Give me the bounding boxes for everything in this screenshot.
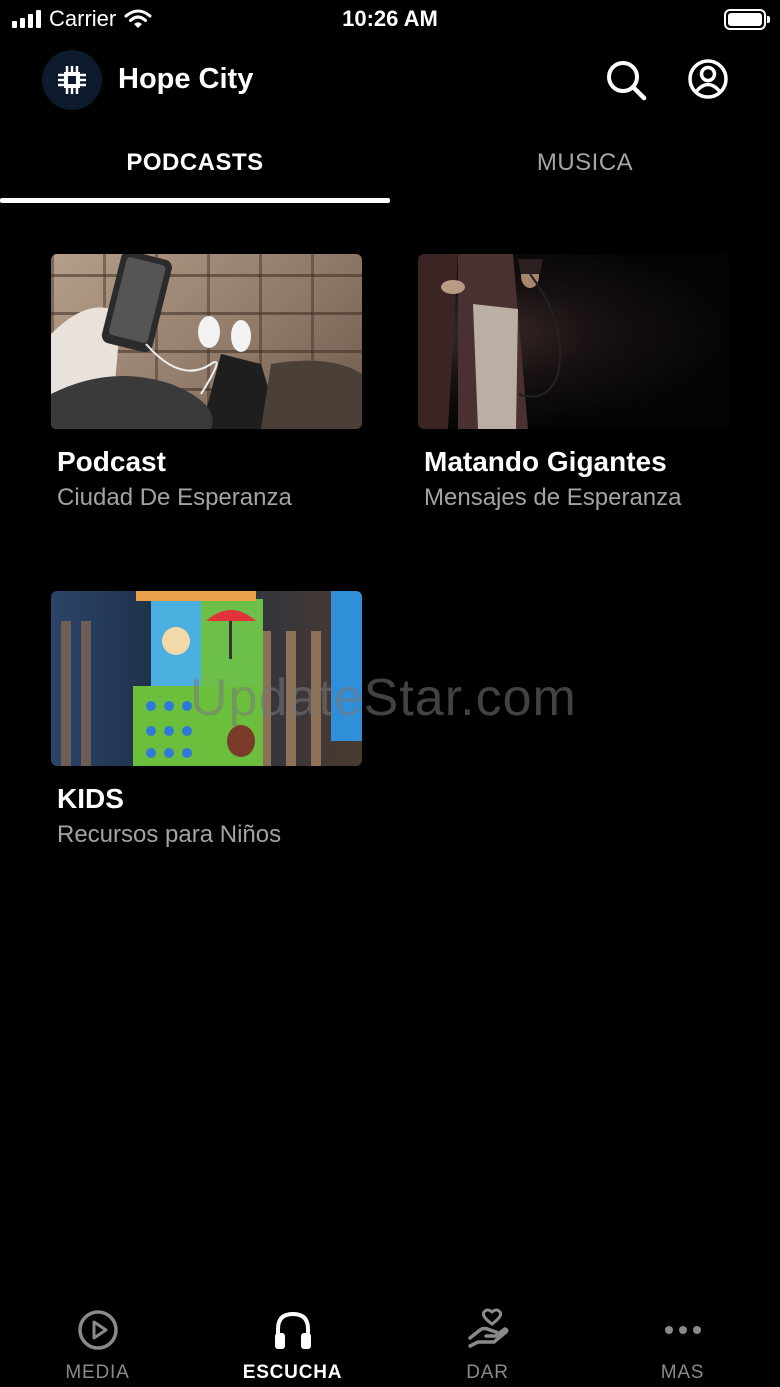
give-heart-hand-icon bbox=[467, 1308, 509, 1348]
tab-indicator bbox=[0, 198, 390, 203]
kids-thumbnail bbox=[51, 591, 362, 766]
card-title: Podcast bbox=[57, 446, 166, 477]
nav-label: MAS bbox=[660, 1362, 705, 1383]
account-icon bbox=[688, 59, 728, 99]
search-button[interactable] bbox=[604, 58, 648, 102]
account-button[interactable] bbox=[687, 58, 731, 102]
card-subtitle: Mensajes de Esperanza bbox=[424, 484, 682, 511]
hope-city-logo-icon bbox=[42, 50, 102, 110]
matando-gigantes-thumbnail bbox=[418, 254, 729, 429]
play-circle-icon bbox=[77, 1310, 118, 1350]
nav-escucha[interactable]: ESCUCHA bbox=[195, 1298, 390, 1387]
card-kids[interactable]: KIDS Recursos para Niños bbox=[51, 591, 363, 849]
nav-media[interactable]: MEDIA bbox=[0, 1298, 195, 1387]
card-subtitle: Ciudad De Esperanza bbox=[57, 484, 292, 511]
battery-icon bbox=[724, 9, 770, 30]
tab-musica[interactable]: MUSICA bbox=[390, 130, 780, 200]
nav-label: ESCUCHA bbox=[242, 1362, 343, 1383]
tab-podcasts[interactable]: PODCASTS bbox=[0, 130, 390, 200]
headphones-icon bbox=[274, 1311, 311, 1349]
more-dots-icon bbox=[664, 1326, 701, 1334]
card-matando-gigantes[interactable]: Matando Gigantes Mensajes de Esperanza bbox=[418, 254, 730, 512]
card-title: Matando Gigantes bbox=[424, 446, 667, 477]
search-icon bbox=[607, 61, 647, 101]
nav-dar[interactable]: DAR bbox=[390, 1298, 585, 1387]
tab-bar: PODCASTS MUSICA bbox=[0, 130, 780, 204]
nav-mas[interactable]: MAS bbox=[585, 1298, 780, 1387]
app-title: Hope City bbox=[118, 63, 254, 95]
podcast-thumbnail bbox=[51, 254, 362, 429]
status-bar: Carrier 10:26 AM bbox=[0, 0, 780, 40]
nav-label: MEDIA bbox=[65, 1362, 130, 1383]
card-subtitle: Recursos para Niños bbox=[57, 821, 282, 848]
status-time: 10:26 AM bbox=[342, 6, 438, 31]
nav-label: DAR bbox=[466, 1362, 509, 1383]
app-header: Hope City bbox=[0, 48, 780, 112]
bottom-nav: MEDIA ESCUCHA DAR MAS bbox=[0, 1298, 780, 1387]
card-title: KIDS bbox=[57, 783, 124, 814]
card-podcast[interactable]: Podcast Ciudad De Esperanza bbox=[51, 254, 363, 512]
